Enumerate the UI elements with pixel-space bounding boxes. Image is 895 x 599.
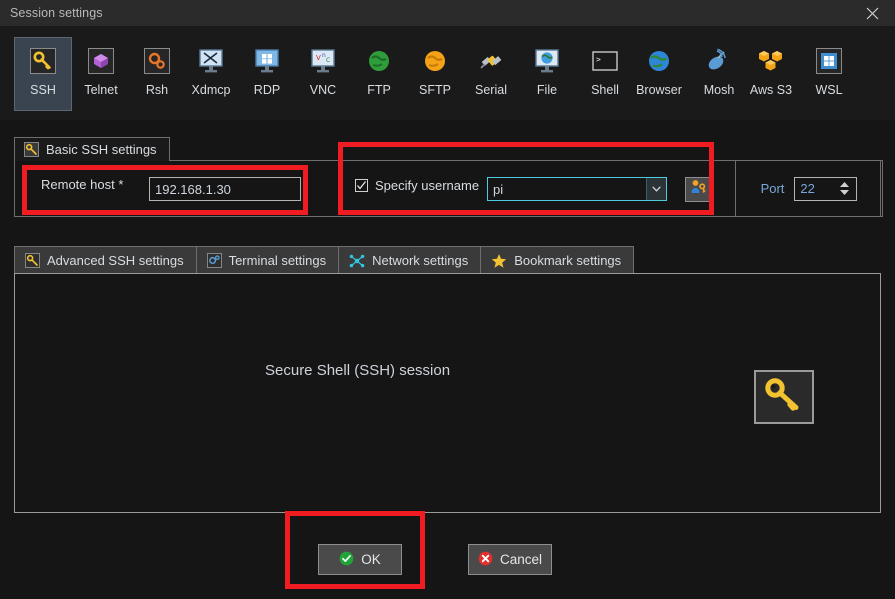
session-type-rdp[interactable]: RDP xyxy=(238,37,296,111)
session-type-badge xyxy=(754,370,814,424)
tab-label: Advanced SSH settings xyxy=(47,253,184,268)
session-type-rsh[interactable]: Rsh xyxy=(128,37,186,111)
key-icon xyxy=(24,142,39,157)
session-type-label: SSH xyxy=(30,83,56,97)
session-type-browser[interactable]: Browser xyxy=(630,37,688,111)
session-type-wsl[interactable]: WSL xyxy=(800,37,858,111)
blue-globe-icon xyxy=(642,44,676,78)
port-stepper[interactable]: 22 xyxy=(794,177,857,201)
session-type-label: File xyxy=(537,83,557,97)
session-type-shell[interactable]: > Shell xyxy=(576,37,634,111)
session-type-ssh[interactable]: SSH xyxy=(14,37,72,111)
basic-ssh-settings-group: Basic SSH settings Remote host Specify u… xyxy=(14,137,881,217)
session-type-file[interactable]: File xyxy=(518,37,576,111)
key-icon xyxy=(25,253,40,268)
red-x-icon xyxy=(478,551,493,569)
session-type-telnet[interactable]: Telnet xyxy=(72,37,130,111)
close-icon xyxy=(866,7,879,20)
session-type-label: FTP xyxy=(367,83,391,97)
network-icon xyxy=(349,253,365,269)
close-button[interactable] xyxy=(849,0,895,26)
session-description-text: Secure Shell (SSH) session xyxy=(265,362,450,379)
satellite-icon xyxy=(702,44,736,78)
basic-ssh-settings-body: Remote host Specify username pi xyxy=(14,160,881,217)
cube-icon xyxy=(84,44,118,78)
svg-text:C: C xyxy=(326,57,330,64)
terminal-icon: > xyxy=(588,44,622,78)
window-titlebar: Session settings xyxy=(0,0,895,26)
serial-plug-icon xyxy=(474,44,508,78)
tab-advanced-ssh-settings[interactable]: Advanced SSH settings xyxy=(14,246,197,274)
tab-label: Terminal settings xyxy=(229,253,327,268)
session-type-label: WSL xyxy=(815,83,842,97)
windows-icon xyxy=(812,44,846,78)
svg-text:V: V xyxy=(316,54,321,62)
green-check-icon xyxy=(339,551,354,569)
checkbox-checked-icon xyxy=(355,179,368,192)
tab-label: Bookmark settings xyxy=(514,253,621,268)
vnc-monitor-icon: V n C xyxy=(306,44,340,78)
remote-host-input[interactable] xyxy=(149,177,301,201)
session-type-label: RDP xyxy=(254,83,280,97)
session-type-vnc[interactable]: V n C VNC xyxy=(294,37,352,111)
session-type-mosh[interactable]: Mosh xyxy=(690,37,748,111)
orange-globe-icon xyxy=(418,44,452,78)
session-description-panel: Secure Shell (SSH) session xyxy=(14,273,881,513)
basic-ssh-settings-header: Basic SSH settings xyxy=(14,137,170,161)
basic-ssh-settings-title: Basic SSH settings xyxy=(46,142,157,157)
ok-button[interactable]: OK xyxy=(318,544,402,575)
session-type-ftp[interactable]: FTP xyxy=(350,37,408,111)
user-key-icon xyxy=(689,178,707,201)
username-value: pi xyxy=(488,182,646,197)
user-key-button[interactable] xyxy=(685,177,711,202)
session-type-aws-s3[interactable]: Aws S3 xyxy=(742,37,800,111)
tab-bookmark-settings[interactable]: Bookmark settings xyxy=(480,246,634,274)
remote-host-label: Remote host xyxy=(41,177,123,192)
session-type-label: Shell xyxy=(591,83,619,97)
session-type-label: Xdmcp xyxy=(192,83,231,97)
username-combobox[interactable]: pi xyxy=(487,177,667,201)
x-monitor-icon xyxy=(194,44,228,78)
key-icon xyxy=(26,44,60,78)
gears-icon xyxy=(140,44,174,78)
star-icon xyxy=(491,253,507,269)
tab-terminal-settings[interactable]: Terminal settings xyxy=(196,246,340,274)
window-title: Session settings xyxy=(10,6,103,20)
port-group: Port 22 xyxy=(735,160,883,217)
terminal-gear-icon xyxy=(207,253,222,268)
session-type-label: Telnet xyxy=(84,83,117,97)
file-monitor-icon xyxy=(530,44,564,78)
ok-button-label: OK xyxy=(361,552,381,567)
port-label: Port xyxy=(761,181,785,196)
session-type-label: Mosh xyxy=(704,83,735,97)
session-type-toolbar: SSH Telnet Rsh xyxy=(0,26,895,120)
aws-cubes-icon xyxy=(754,44,788,78)
chevron-down-icon[interactable] xyxy=(646,178,666,200)
specify-username-label: Specify username xyxy=(375,178,479,193)
session-type-sftp[interactable]: SFTP xyxy=(406,37,464,111)
session-type-label: SFTP xyxy=(419,83,451,97)
key-icon xyxy=(764,377,804,418)
session-type-label: Browser xyxy=(636,83,682,97)
green-globe-icon xyxy=(362,44,396,78)
windows-monitor-icon xyxy=(250,44,284,78)
tab-network-settings[interactable]: Network settings xyxy=(338,246,481,274)
cancel-button[interactable]: Cancel xyxy=(468,544,552,575)
port-value: 22 xyxy=(795,181,836,196)
specify-username-checkbox[interactable]: Specify username xyxy=(355,178,479,193)
session-type-xdmcp[interactable]: Xdmcp xyxy=(182,37,240,111)
tab-label: Network settings xyxy=(372,253,468,268)
spinner-arrows-icon[interactable] xyxy=(836,178,852,200)
session-type-serial[interactable]: Serial xyxy=(462,37,520,111)
cancel-button-label: Cancel xyxy=(500,552,542,567)
session-type-label: Serial xyxy=(475,83,507,97)
svg-text:>: > xyxy=(596,55,601,64)
session-type-label: Rsh xyxy=(146,83,168,97)
settings-tabstrip: Advanced SSH settings Terminal settings … xyxy=(14,246,881,274)
session-type-label: VNC xyxy=(310,83,336,97)
session-type-label: Aws S3 xyxy=(750,83,792,97)
